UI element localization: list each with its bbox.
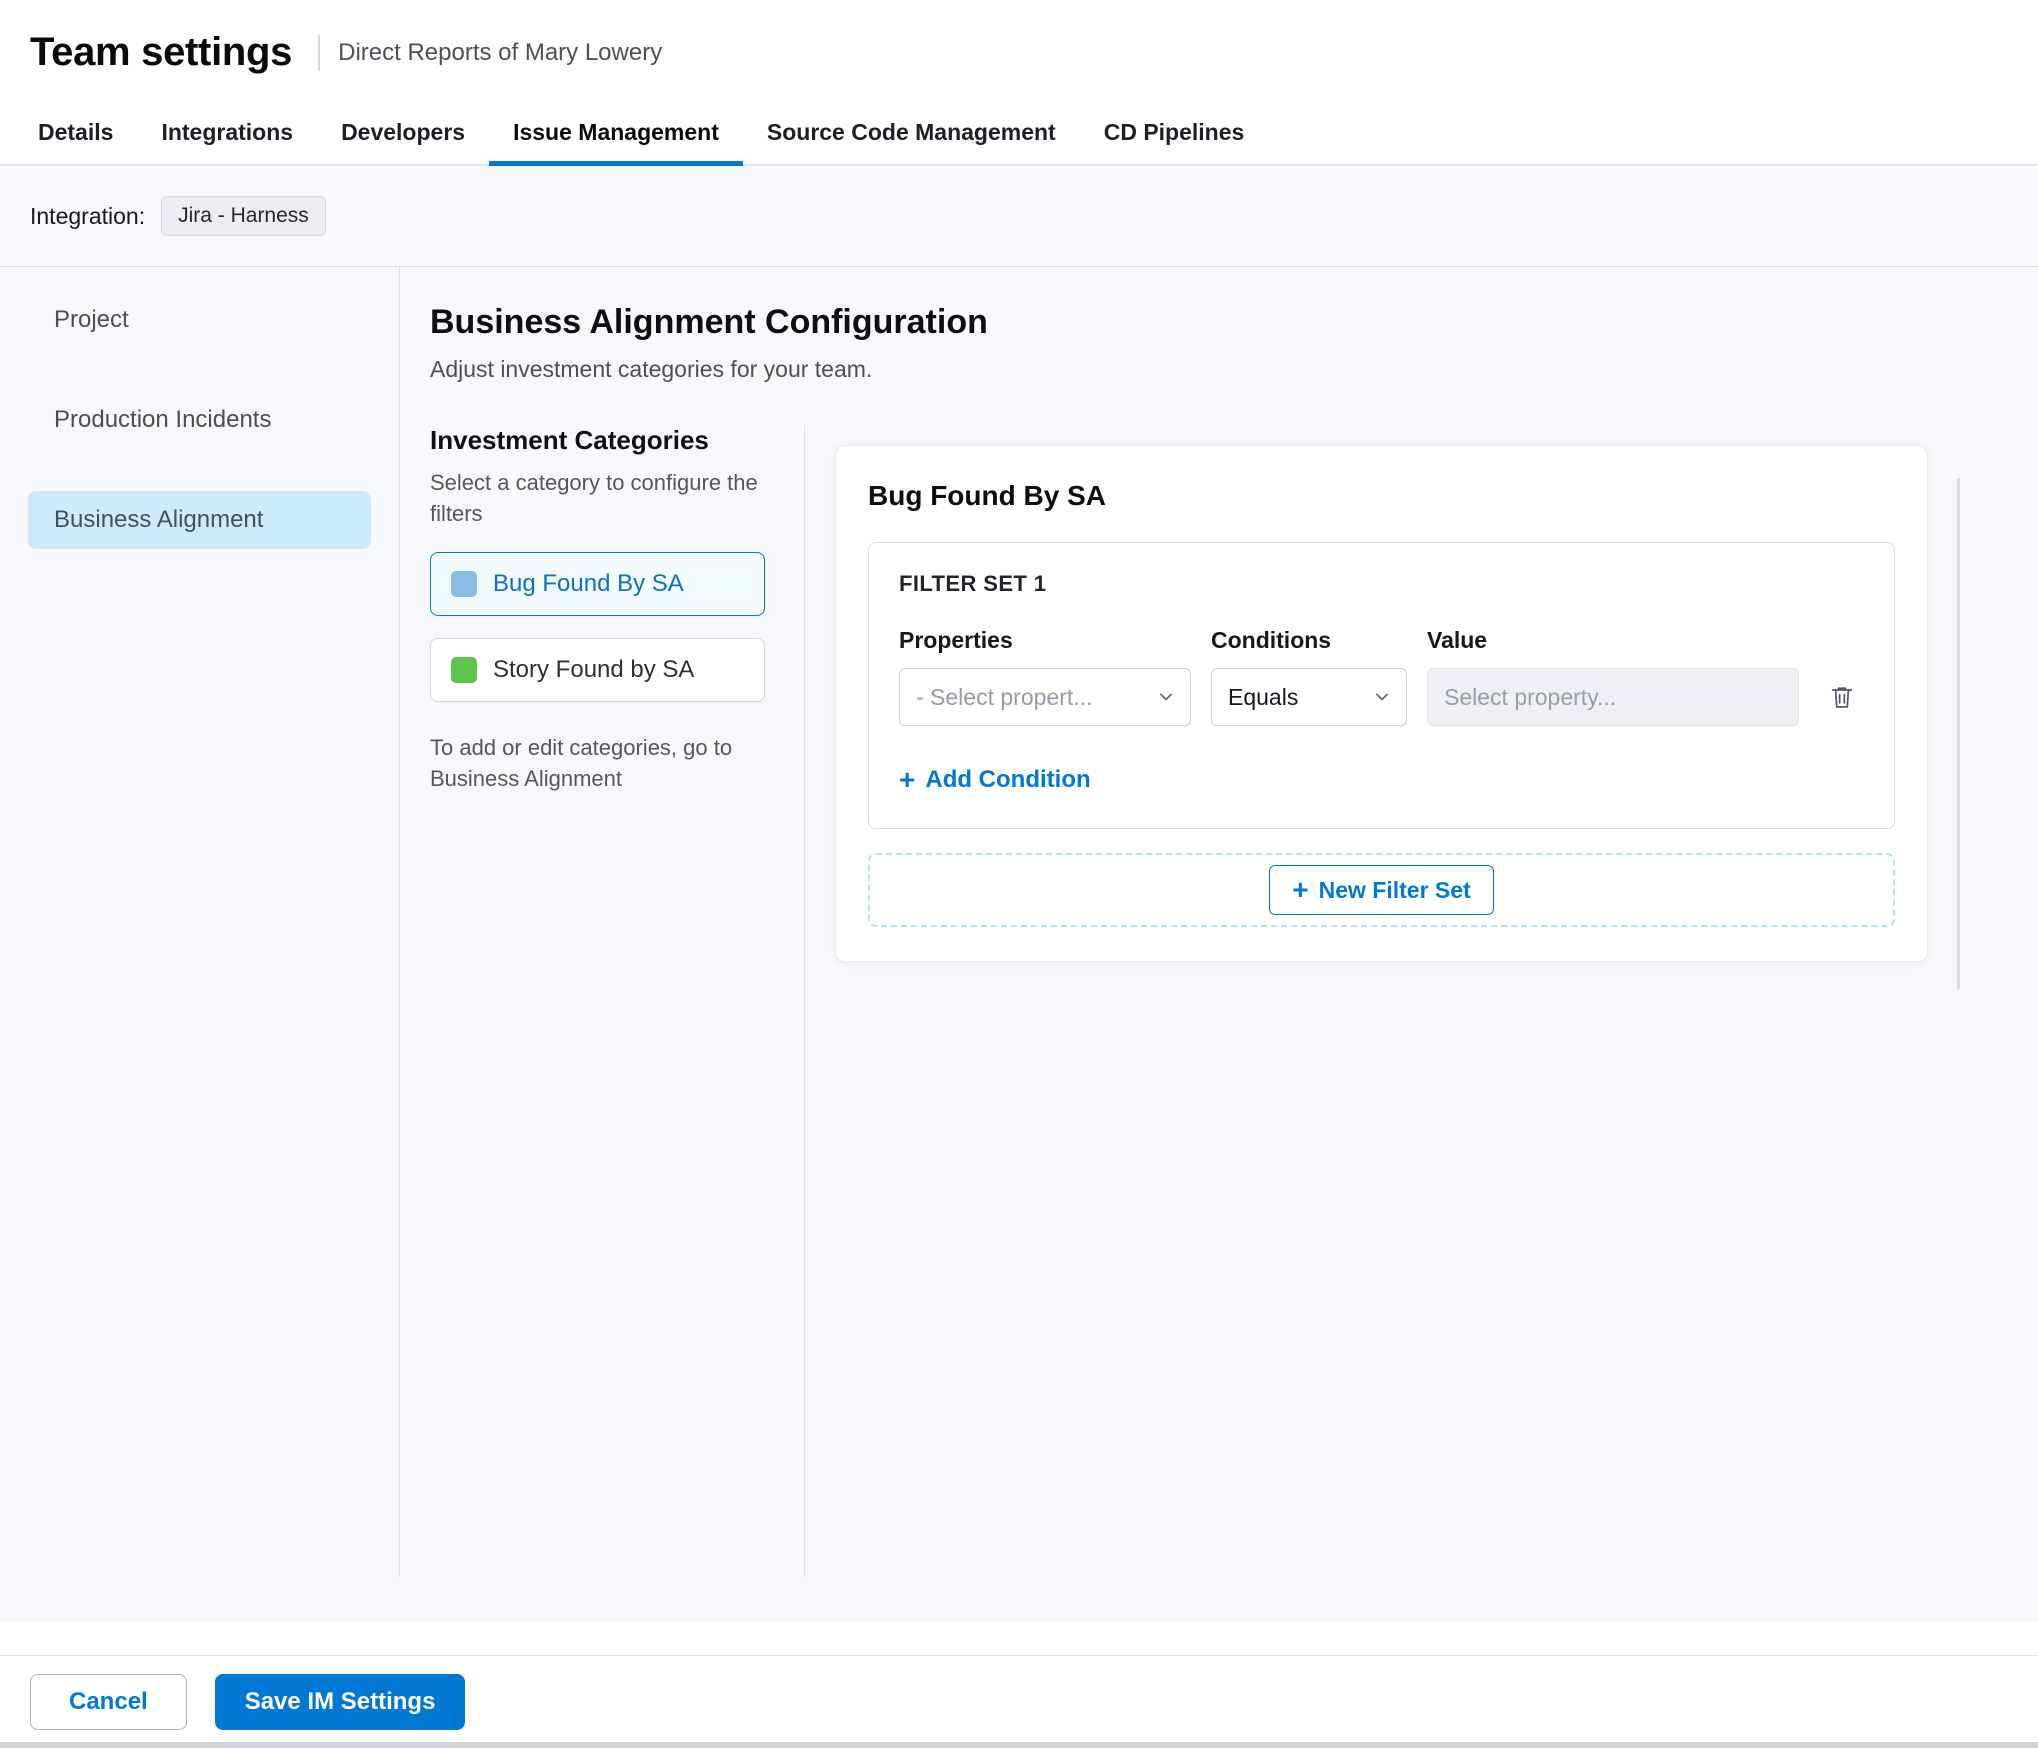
section-subtitle: Adjust investment categories for your te… [430, 356, 873, 382]
conditions-select-value: Equals [1228, 683, 1299, 710]
page-header: Team settings Direct Reports of Mary Low… [0, 0, 2038, 75]
page-subtitle: Direct Reports of Mary Lowery [338, 38, 663, 66]
category-color-swatch [451, 656, 477, 683]
plus-icon: + [1292, 874, 1309, 905]
categories-title: Investment Categories [430, 425, 709, 455]
content-area: Project Production Incidents Business Al… [0, 267, 2038, 1622]
integration-badge: Jira - Harness [161, 196, 326, 236]
cancel-button[interactable]: Cancel [30, 1674, 187, 1730]
value-column-label: Value [1427, 627, 1488, 653]
filter-set-title: FILTER SET 1 [899, 571, 1047, 596]
title-divider [318, 34, 321, 71]
plus-icon: + [899, 764, 916, 795]
categories-description: Select a category to configure the filte… [430, 470, 758, 526]
chevron-down-icon [1160, 693, 1172, 701]
conditions-select[interactable]: Equals [1211, 668, 1407, 726]
conditions-column-label: Conditions [1211, 627, 1332, 653]
category-bug-found-by-sa[interactable]: Bug Found By SA [430, 551, 765, 616]
trash-icon [1831, 687, 1853, 708]
sidebar-item-project[interactable]: Project [28, 291, 371, 349]
config-card-title: Bug Found By SA [868, 480, 1106, 511]
scrollbar[interactable] [1957, 478, 1960, 990]
properties-select[interactable]: - Select propert... [899, 668, 1191, 726]
add-condition-label: Add Condition [925, 766, 1091, 793]
category-color-swatch [451, 570, 477, 597]
add-condition-button[interactable]: + Add Condition [899, 766, 1091, 794]
page-title: Team settings [30, 30, 293, 74]
value-input[interactable] [1427, 668, 1799, 726]
tab-details[interactable]: Details [14, 101, 137, 166]
chevron-down-icon [1376, 693, 1388, 701]
integration-label: Integration: [30, 202, 146, 229]
sidebar-item-production-incidents[interactable]: Production Incidents [28, 391, 371, 449]
new-filter-set-label: New Filter Set [1318, 876, 1471, 903]
properties-column-label: Properties [899, 627, 1013, 653]
integration-row: Integration: Jira - Harness [0, 166, 2038, 267]
footer-bar: Cancel Save IM Settings [0, 1655, 2038, 1748]
category-story-found-by-sa[interactable]: Story Found by SA [430, 637, 765, 702]
filter-configuration-area: Bug Found By SA FILTER SET 1 Properties … [805, 425, 2038, 1577]
main-panel: Business Alignment Configuration Adjust … [400, 267, 2038, 1577]
investment-categories-column: Investment Categories Select a category … [430, 425, 805, 1577]
tab-developers[interactable]: Developers [317, 101, 489, 166]
tab-cd-pipelines[interactable]: CD Pipelines [1080, 101, 1269, 166]
delete-condition-button[interactable] [1819, 674, 1865, 720]
tab-integrations[interactable]: Integrations [137, 101, 317, 166]
save-im-settings-button[interactable]: Save IM Settings [214, 1674, 466, 1730]
category-config-card: Bug Found By SA FILTER SET 1 Properties … [835, 445, 1928, 962]
window-edge [0, 1742, 2038, 1748]
new-filter-set-button[interactable]: + New Filter Set [1269, 865, 1494, 915]
section-title: Business Alignment Configuration [430, 303, 988, 341]
category-label: Bug Found By SA [493, 569, 684, 597]
tab-source-code-management[interactable]: Source Code Management [743, 101, 1080, 166]
tab-bar: Details Integrations Developers Issue Ma… [0, 101, 2038, 166]
new-filter-set-dropzone: + New Filter Set [868, 853, 1895, 927]
filter-set-box: FILTER SET 1 Properties Conditions Value… [868, 542, 1895, 829]
tab-issue-management[interactable]: Issue Management [489, 101, 743, 166]
categories-note: To add or edit categories, go to Busines… [430, 734, 733, 792]
settings-sidebar: Project Production Incidents Business Al… [0, 267, 400, 1577]
properties-select-placeholder: - Select propert... [916, 683, 1093, 710]
sidebar-item-business-alignment[interactable]: Business Alignment [28, 491, 371, 549]
category-label: Story Found by SA [493, 655, 695, 683]
